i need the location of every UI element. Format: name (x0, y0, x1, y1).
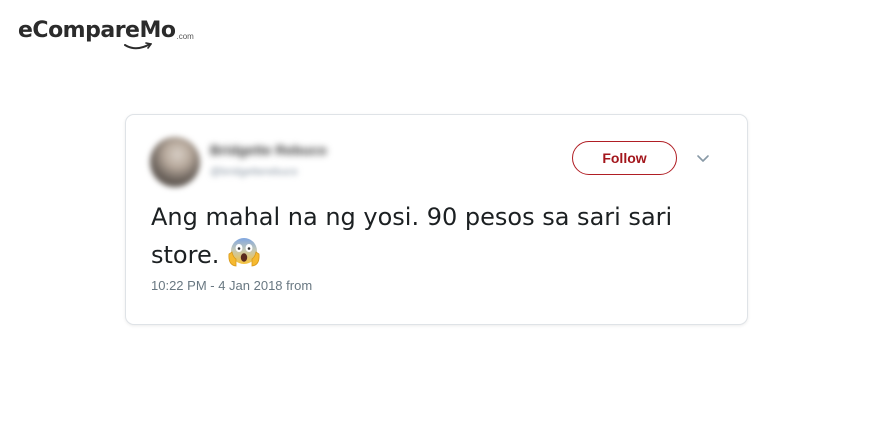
tweet-text-line-1: Ang mahal na ng yosi. 90 pesos sa sari s… (151, 203, 673, 231)
brand-logo-domain: .com (176, 32, 194, 41)
face-screaming-in-fear-emoji-icon (227, 235, 261, 279)
author-handle[interactable]: @bridgetterebuco (210, 166, 326, 178)
avatar[interactable] (150, 137, 200, 187)
tweet-text-line-2-text: store. (151, 241, 220, 269)
logo-swoosh-icon (124, 42, 152, 50)
chevron-down-icon[interactable] (695, 152, 711, 166)
brand-logo[interactable]: eCompareMo .com (18, 18, 194, 54)
author-name[interactable]: Bridgette Rebuco (210, 142, 356, 158)
follow-button[interactable]: Follow (572, 141, 677, 175)
tweet-timestamp[interactable]: 10:22 PM - 4 Jan 2018 from (151, 278, 312, 293)
tweet-text: Ang mahal na ng yosi. 90 pesos sa sari s… (151, 199, 711, 279)
embedded-tweet-card: Bridgette Rebuco @bridgetterebuco Follow… (125, 114, 748, 325)
tweet-text-line-2: store. (151, 235, 711, 279)
brand-logo-name: eCompareMo (18, 18, 176, 43)
